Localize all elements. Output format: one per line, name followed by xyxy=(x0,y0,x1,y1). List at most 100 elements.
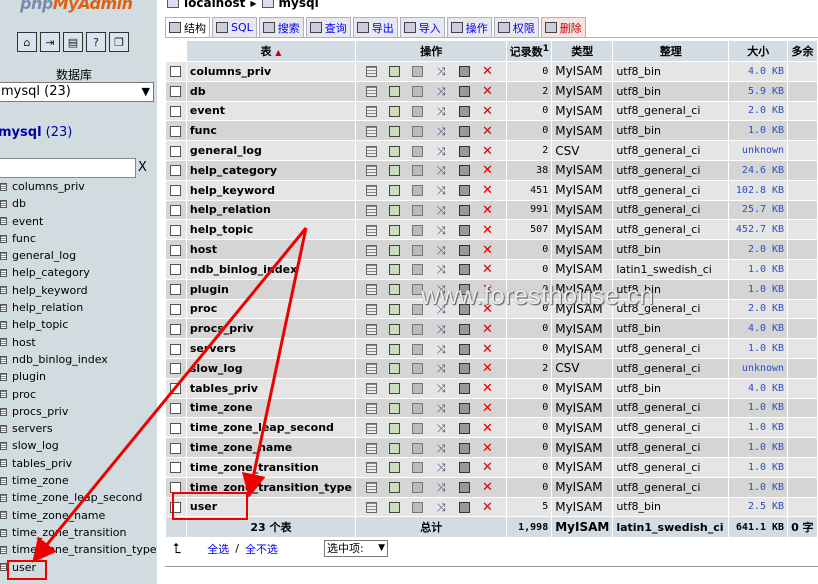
home-icon[interactable]: ⌂ xyxy=(17,32,37,52)
query-window-icon[interactable]: ▤ xyxy=(63,32,83,52)
browse-icon[interactable] xyxy=(366,303,378,315)
table-icon[interactable] xyxy=(0,321,7,330)
mysql-docs-icon[interactable]: ❐ xyxy=(109,32,129,52)
row-checkbox[interactable] xyxy=(170,363,182,375)
tab-7[interactable]: 权限 xyxy=(493,17,539,37)
tab-6[interactable]: 操作 xyxy=(446,17,492,37)
table-name[interactable]: time_zone_leap_second xyxy=(186,418,356,438)
drop-icon[interactable]: ✕ xyxy=(482,65,493,78)
structure-icon[interactable] xyxy=(389,363,401,375)
row-size[interactable]: 2.5 KB xyxy=(729,497,788,517)
search-icon[interactable] xyxy=(412,66,424,78)
drop-icon[interactable]: ✕ xyxy=(482,461,493,474)
table-name[interactable]: time_zone_transition xyxy=(186,457,356,477)
browse-icon[interactable] xyxy=(366,383,378,395)
table-name[interactable]: help_topic xyxy=(186,220,356,240)
table-name[interactable]: proc xyxy=(186,299,356,319)
drop-icon[interactable]: ✕ xyxy=(482,204,493,217)
browse-icon[interactable] xyxy=(366,204,378,216)
tab-4[interactable]: 导出 xyxy=(352,17,398,37)
row-size[interactable]: 1.0 KB xyxy=(729,279,788,299)
tab-2[interactable]: 搜索 xyxy=(258,17,304,37)
row-collation[interactable]: utf8_general_ci xyxy=(613,180,729,200)
row-collation[interactable]: utf8_general_ci xyxy=(613,438,729,457)
header-type[interactable]: 类型 xyxy=(552,41,613,61)
browse-icon[interactable] xyxy=(366,105,378,117)
row-checkbox[interactable] xyxy=(170,125,182,137)
empty-icon[interactable] xyxy=(459,482,471,494)
search-icon[interactable] xyxy=(412,323,424,335)
with-selected-select[interactable]: 选中项: ▼ xyxy=(323,540,388,557)
table-name[interactable]: event xyxy=(186,101,356,121)
insert-icon[interactable]: ⤨ xyxy=(435,502,447,513)
structure-icon[interactable] xyxy=(389,125,401,137)
empty-icon[interactable] xyxy=(459,66,471,78)
insert-icon[interactable]: ⤨ xyxy=(435,344,447,355)
tab-8[interactable]: 删除 xyxy=(540,17,586,37)
empty-icon[interactable] xyxy=(459,323,471,335)
structure-icon[interactable] xyxy=(389,383,401,395)
row-collation[interactable]: utf8_general_ci xyxy=(613,200,729,220)
structure-icon[interactable] xyxy=(389,303,401,315)
browse-icon[interactable] xyxy=(366,462,378,474)
table-icon[interactable] xyxy=(0,217,7,226)
table-name[interactable]: procs_priv xyxy=(186,319,356,339)
row-collation[interactable]: utf8_general_ci xyxy=(613,220,729,240)
table-icon[interactable] xyxy=(0,303,7,312)
row-collation[interactable]: utf8_general_ci xyxy=(613,299,729,319)
row-collation[interactable]: latin1_swedish_ci xyxy=(613,259,729,279)
drop-icon[interactable]: ✕ xyxy=(482,422,493,435)
structure-icon[interactable] xyxy=(389,224,401,236)
structure-icon[interactable] xyxy=(389,501,401,513)
row-collation[interactable]: utf8_bin xyxy=(613,319,729,339)
search-icon[interactable] xyxy=(412,422,424,434)
row-checkbox[interactable] xyxy=(170,145,182,157)
row-size[interactable]: 1.0 KB xyxy=(729,259,788,279)
row-collation[interactable]: utf8_general_ci xyxy=(613,457,729,477)
browse-icon[interactable] xyxy=(366,66,378,78)
row-checkbox[interactable] xyxy=(170,105,182,117)
header-table[interactable]: 表 ▲ xyxy=(186,41,356,61)
row-collation[interactable]: utf8_general_ci xyxy=(613,418,729,438)
table-icon[interactable] xyxy=(0,424,7,433)
row-collation[interactable]: utf8_general_ci xyxy=(613,339,729,358)
table-icon[interactable] xyxy=(0,493,7,502)
drop-icon[interactable]: ✕ xyxy=(482,382,493,395)
table-icon[interactable] xyxy=(0,390,7,399)
table-icon[interactable] xyxy=(0,338,7,347)
table-icon[interactable] xyxy=(0,459,7,468)
row-checkbox[interactable] xyxy=(170,343,182,355)
row-size[interactable]: 1.0 KB xyxy=(729,398,788,418)
drop-icon[interactable]: ✕ xyxy=(482,303,493,316)
nav-table-item[interactable]: help_topic xyxy=(0,316,157,333)
drop-icon[interactable]: ✕ xyxy=(482,145,493,158)
table-icon[interactable] xyxy=(0,182,7,191)
row-size[interactable]: 1.0 KB xyxy=(729,121,788,141)
table-name[interactable]: help_keyword xyxy=(186,180,356,200)
row-checkbox[interactable] xyxy=(170,66,182,78)
row-checkbox[interactable] xyxy=(170,383,182,395)
empty-icon[interactable] xyxy=(459,501,471,513)
empty-icon[interactable] xyxy=(459,383,471,395)
empty-icon[interactable] xyxy=(459,442,471,454)
structure-icon[interactable] xyxy=(389,284,401,296)
row-size[interactable]: 1.0 KB xyxy=(729,457,788,477)
row-size[interactable]: 4.0 KB xyxy=(729,378,788,398)
table-name[interactable]: general_log xyxy=(186,141,356,160)
row-checkbox[interactable] xyxy=(170,244,182,256)
browse-icon[interactable] xyxy=(366,145,378,157)
structure-icon[interactable] xyxy=(389,482,401,494)
browse-icon[interactable] xyxy=(366,482,378,494)
nav-table-item[interactable]: time_zone_name xyxy=(0,507,157,524)
structure-icon[interactable] xyxy=(389,66,401,78)
browse-icon[interactable] xyxy=(366,165,378,177)
nav-table-item[interactable]: time_zone_transition_type xyxy=(0,541,157,558)
drop-icon[interactable]: ✕ xyxy=(482,402,493,415)
browse-icon[interactable] xyxy=(366,442,378,454)
drop-icon[interactable]: ✕ xyxy=(482,105,493,118)
empty-icon[interactable] xyxy=(459,165,471,177)
structure-icon[interactable] xyxy=(389,264,401,276)
drop-icon[interactable]: ✕ xyxy=(482,85,493,98)
breadcrumb-server[interactable]: localhost xyxy=(184,0,245,10)
row-collation[interactable]: utf8_bin xyxy=(613,62,729,81)
